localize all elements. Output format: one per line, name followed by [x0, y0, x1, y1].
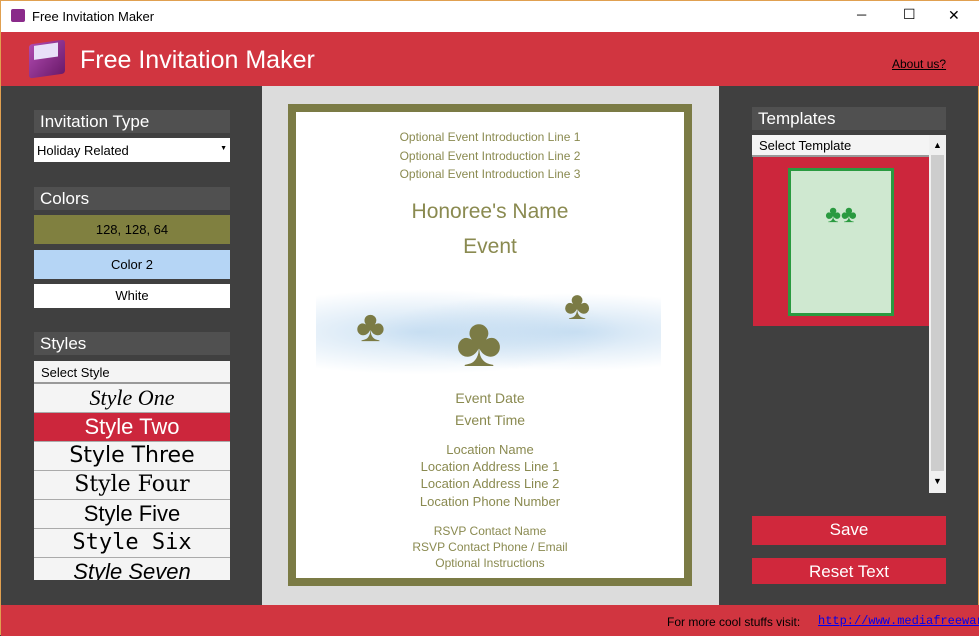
shamrock-icon: ♣ [356, 302, 385, 351]
location-address-1[interactable]: Location Address Line 1 [296, 459, 684, 474]
rsvp-name[interactable]: RSVP Contact Name [296, 524, 684, 538]
colors-label: Colors [34, 187, 230, 210]
about-link[interactable]: About us? [892, 57, 946, 71]
location-name[interactable]: Location Name [296, 442, 684, 457]
color-2-button[interactable]: Color 2 [34, 250, 230, 279]
templates-list-header: Select Template [752, 135, 929, 157]
templates-scrollbar[interactable]: ▲ ▼ [929, 135, 946, 493]
event-date[interactable]: Event Date [296, 390, 684, 406]
rsvp-contact[interactable]: RSVP Contact Phone / Email [296, 540, 684, 554]
style-seven[interactable]: Style Seven [34, 558, 230, 580]
window-title: Free Invitation Maker [32, 9, 155, 24]
app-header: Free Invitation Maker About us? [1, 32, 979, 86]
invitation-type-select[interactable]: Holiday Related ▼ [34, 138, 230, 162]
styles-label: Styles [34, 332, 230, 355]
invitation-card[interactable]: Optional Event Introduction Line 1 Optio… [288, 104, 692, 586]
style-three[interactable]: Style Three [34, 442, 230, 471]
templates-list[interactable]: Select Template ♣♣ ▲ ▼ [752, 135, 946, 493]
scroll-up-icon[interactable]: ▲ [929, 135, 946, 155]
shamrock-icon: ♣ [564, 284, 591, 328]
intro-line-1[interactable]: Optional Event Introduction Line 1 [296, 130, 684, 144]
maximize-button[interactable]: ☐ [903, 6, 916, 23]
intro-line-2[interactable]: Optional Event Introduction Line 2 [296, 149, 684, 163]
dropdown-arrow-icon: ▼ [220, 145, 227, 152]
style-six[interactable]: Style Six [34, 529, 230, 558]
save-button[interactable]: Save [752, 516, 946, 545]
shamrock-icon: ♣ [456, 303, 502, 381]
envelope-logo-icon [29, 39, 65, 79]
app-icon [11, 9, 25, 22]
close-button[interactable]: ✕ [948, 7, 960, 24]
template-thumbnail[interactable]: ♣♣ [753, 157, 929, 326]
color-1-button[interactable]: 128, 128, 64 [34, 215, 230, 244]
styles-list[interactable]: Select Style Style One Style Two Style T… [34, 361, 230, 580]
rsvp-instructions[interactable]: Optional Instructions [296, 556, 684, 570]
style-one[interactable]: Style One [34, 384, 230, 413]
invitation-type-value: Holiday Related [37, 143, 129, 158]
scroll-thumb[interactable] [931, 155, 944, 471]
scroll-down-icon[interactable]: ▼ [929, 471, 946, 491]
styles-list-header: Select Style [34, 361, 230, 384]
templates-label: Templates [752, 107, 946, 130]
location-address-2[interactable]: Location Address Line 2 [296, 476, 684, 491]
location-phone[interactable]: Location Phone Number [296, 494, 684, 509]
title-bar: Free Invitation Maker ─ ☐ ✕ [1, 1, 979, 32]
intro-line-3[interactable]: Optional Event Introduction Line 3 [296, 167, 684, 181]
template-shamrock-icon: ♣♣ [825, 201, 857, 228]
app-heading: Free Invitation Maker [80, 46, 315, 74]
footer-text: For more cool stuffs visit: [667, 615, 801, 629]
footer-bar: For more cool stuffs visit: http://www.m… [1, 605, 979, 636]
reset-text-button[interactable]: Reset Text [752, 558, 946, 584]
color-3-button[interactable]: White [34, 284, 230, 308]
style-four[interactable]: Style Four [34, 471, 230, 500]
style-two[interactable]: Style Two [34, 413, 230, 442]
invitation-type-label: Invitation Type [34, 110, 230, 133]
preview-area: Optional Event Introduction Line 1 Optio… [262, 86, 719, 605]
event-name[interactable]: Event [296, 235, 684, 259]
website-link[interactable]: http://www.mediafreeware.co [818, 614, 979, 628]
event-time[interactable]: Event Time [296, 412, 684, 428]
style-five[interactable]: Style Five [34, 500, 230, 529]
minimize-button[interactable]: ─ [857, 7, 866, 22]
honoree-name[interactable]: Honoree's Name [296, 200, 684, 224]
